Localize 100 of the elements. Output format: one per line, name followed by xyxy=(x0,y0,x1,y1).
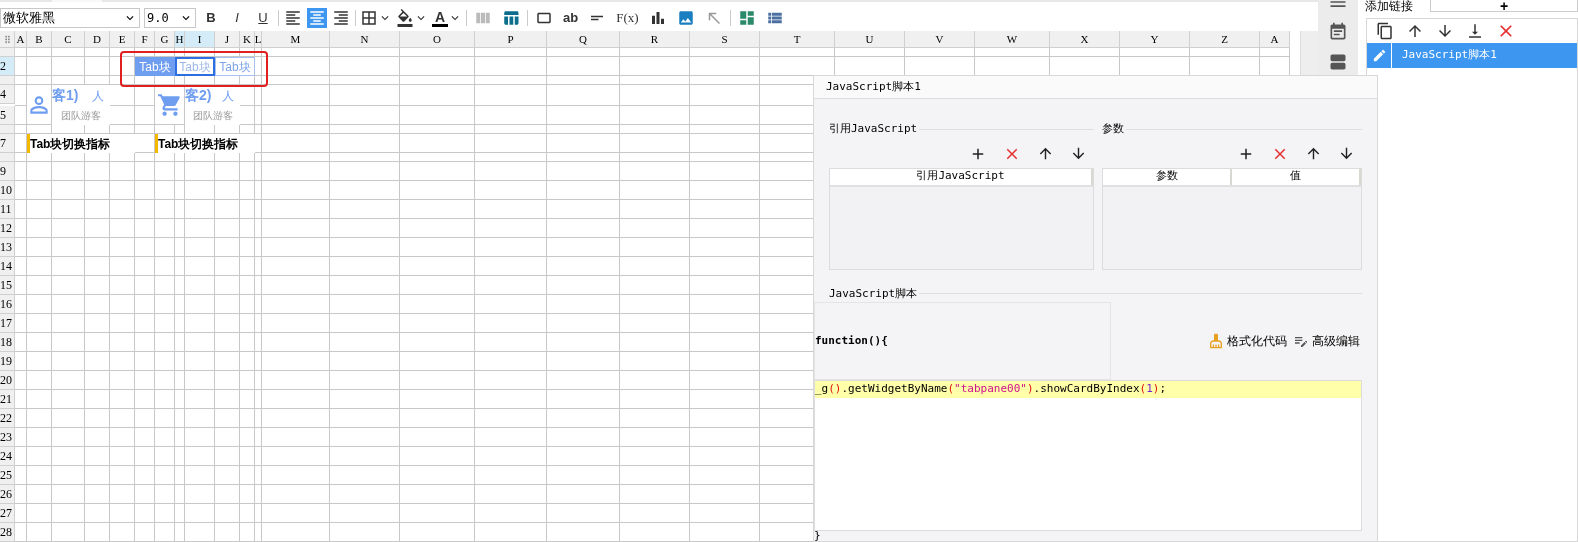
font-color-letter: A xyxy=(434,9,446,24)
section-title: 参数 xyxy=(1102,121,1124,137)
link-item-label: JavaScript脚本1 xyxy=(1401,47,1497,64)
arrow-to-bottom-icon xyxy=(1466,22,1484,40)
format-code-button[interactable]: 格式化代码 xyxy=(1208,332,1287,350)
align-center-button[interactable] xyxy=(307,8,327,28)
column-header[interactable]: A xyxy=(1260,31,1290,48)
column-header[interactable]: V xyxy=(905,31,975,48)
row-header[interactable] xyxy=(0,125,15,134)
column-header[interactable]: F xyxy=(135,31,155,48)
row-header[interactable]: 26 xyxy=(0,485,15,504)
column-header[interactable]: P xyxy=(475,31,547,48)
table-header[interactable]: 参数 xyxy=(1103,168,1232,185)
arrow-down-icon xyxy=(1070,145,1087,162)
row-header[interactable]: 21 xyxy=(0,390,15,409)
table-icon xyxy=(502,9,520,27)
card-unit: 人 xyxy=(85,85,110,106)
card-caption: 团队游客 xyxy=(52,106,110,125)
column-header[interactable]: C xyxy=(52,31,85,48)
card-title: 客1) xyxy=(52,85,85,106)
row-header[interactable]: 11 xyxy=(0,200,15,219)
broom-icon xyxy=(1208,333,1224,349)
align-right-button[interactable] xyxy=(331,8,351,28)
font-color-button[interactable]: A xyxy=(432,8,462,28)
advanced-edit-button[interactable]: 高级编辑 xyxy=(1293,332,1360,350)
table-header[interactable]: 引用JavaScript xyxy=(830,168,1093,185)
row-header[interactable]: 10 xyxy=(0,181,15,200)
text-button[interactable]: ab xyxy=(560,8,582,28)
column-header[interactable]: D xyxy=(85,31,110,48)
row-header[interactable]: 19 xyxy=(0,352,15,371)
column-header[interactable]: O xyxy=(400,31,475,48)
row-header[interactable]: 16 xyxy=(0,295,15,314)
arrow-down-icon xyxy=(1436,22,1454,40)
column-header[interactable]: T xyxy=(760,31,835,48)
column-header[interactable]: R xyxy=(620,31,690,48)
row-header[interactable]: 13 xyxy=(0,238,15,257)
column-header[interactable]: K xyxy=(240,31,255,48)
row-header[interactable]: 9 xyxy=(0,162,15,181)
row-header[interactable]: 24 xyxy=(0,447,15,466)
card-caption: 团队游客 xyxy=(185,106,240,125)
column-header[interactable]: N xyxy=(330,31,400,48)
row-header[interactable]: 12 xyxy=(0,219,15,238)
row-header[interactable] xyxy=(0,76,15,85)
column-header[interactable]: U xyxy=(835,31,905,48)
panel-tab[interactable]: 添加链接 xyxy=(1358,0,1430,14)
column-header[interactable]: Q xyxy=(547,31,620,48)
column-header[interactable]: M xyxy=(262,31,330,48)
row-header[interactable]: 28 xyxy=(0,523,15,542)
font-select[interactable]: 微软雅黑 xyxy=(0,8,140,28)
section-title: 引用JavaScript xyxy=(829,121,918,137)
stacked-bars-icon xyxy=(1328,52,1348,72)
column-header[interactable]: W xyxy=(975,31,1050,48)
cell-label: Tab块切换指标 xyxy=(155,134,255,153)
bold-button[interactable]: B xyxy=(200,8,222,28)
row-header[interactable]: 17 xyxy=(0,314,15,333)
borders-icon xyxy=(360,9,378,27)
row-header[interactable]: 25 xyxy=(0,466,15,485)
paint-bucket-icon xyxy=(396,9,414,27)
font-size-select[interactable]: 9.0 xyxy=(144,8,196,28)
column-header[interactable]: E xyxy=(110,31,135,48)
row-header[interactable]: 14 xyxy=(0,257,15,276)
select-all-corner[interactable] xyxy=(0,31,15,48)
copy-icon xyxy=(1376,22,1394,40)
row-header[interactable]: 23 xyxy=(0,428,15,447)
row-header[interactable]: 4 xyxy=(0,85,15,104)
calendar-icon xyxy=(1328,22,1348,42)
row-header[interactable]: 27 xyxy=(0,504,15,523)
row-header[interactable] xyxy=(0,153,15,162)
column-header[interactable]: X xyxy=(1050,31,1120,48)
column-header[interactable]: Y xyxy=(1120,31,1190,48)
align-right-icon xyxy=(332,9,350,27)
row-header[interactable]: 20 xyxy=(0,371,15,390)
underline-button[interactable]: U xyxy=(252,8,274,28)
row-header[interactable]: 15 xyxy=(0,276,15,295)
table-header[interactable]: 值 xyxy=(1232,168,1361,185)
merged-cell[interactable] xyxy=(155,85,185,125)
add-dropdown[interactable]: + xyxy=(1430,0,1578,12)
formula-button[interactable]: F(x) xyxy=(613,8,642,28)
column-header[interactable]: I xyxy=(185,31,215,48)
column-header[interactable]: G xyxy=(155,31,175,48)
row-header[interactable]: 2 xyxy=(0,57,15,76)
italic-button[interactable]: I xyxy=(226,8,248,28)
row-header[interactable] xyxy=(0,48,15,57)
row-header[interactable]: 18 xyxy=(0,333,15,352)
align-left-button[interactable] xyxy=(283,8,303,28)
align-left-icon xyxy=(284,9,302,27)
row-header[interactable]: 5 xyxy=(0,106,15,125)
column-header[interactable]: J xyxy=(215,31,240,48)
card-unit: 人 xyxy=(215,85,240,106)
column-header[interactable]: B xyxy=(27,31,52,48)
column-header[interactable]: S xyxy=(690,31,760,48)
row-header[interactable]: 22 xyxy=(0,409,15,428)
image-icon xyxy=(676,9,695,27)
layout-icon xyxy=(737,9,756,27)
column-header[interactable]: Z xyxy=(1190,31,1260,48)
row-header[interactable]: 7 xyxy=(0,134,15,153)
code-editor[interactable]: _g().getWidgetByName("tabpane00").showCardByIndex(1); xyxy=(814,380,1362,531)
code-footer: } xyxy=(814,531,1362,541)
arrow-up-icon xyxy=(1305,145,1322,162)
column-header[interactable]: A xyxy=(15,31,27,48)
